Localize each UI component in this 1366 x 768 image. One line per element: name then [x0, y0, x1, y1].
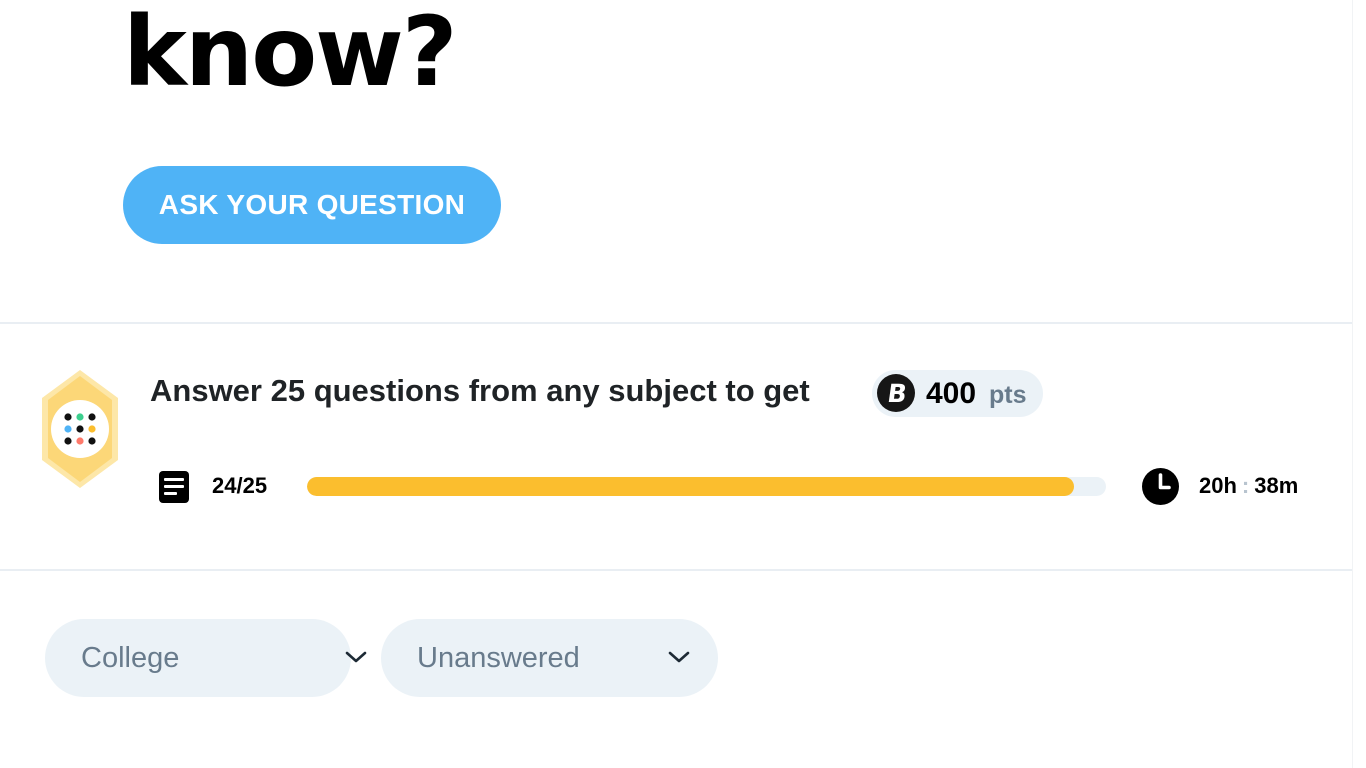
- subject-grid-badge-icon: [42, 370, 118, 488]
- status-filter-label: Unanswered: [417, 642, 580, 674]
- hero-title: What do you need to know?: [123, 0, 458, 108]
- section-divider: [0, 569, 1352, 571]
- coin-letter: B: [886, 379, 909, 408]
- section-divider: [0, 322, 1352, 324]
- chevron-down-icon: [345, 651, 367, 663]
- ask-question-button[interactable]: ASK YOUR QUESTION: [123, 166, 501, 244]
- book-document-icon: [159, 471, 189, 503]
- points-value: 400: [926, 377, 977, 410]
- coin-icon: B: [877, 374, 915, 412]
- timer-hours: 20h: [1199, 473, 1237, 498]
- countdown-timer: 20h:38m: [1199, 471, 1298, 501]
- progress-bar: [307, 477, 1106, 496]
- level-filter-dropdown[interactable]: College: [45, 619, 367, 697]
- points-badge: B 400 pts: [872, 370, 1043, 417]
- scrollbar[interactable]: [1352, 0, 1366, 768]
- progress-bar-fill: [307, 477, 1075, 496]
- status-filter-dropdown[interactable]: Unanswered: [381, 619, 718, 697]
- timer-separator: :: [1241, 473, 1250, 498]
- page: What do you need to know? ASK YOUR QUEST…: [0, 0, 1352, 768]
- clock-icon: [1142, 468, 1179, 505]
- challenge-description: Answer 25 questions from any subject to …: [150, 373, 810, 408]
- level-filter-label: College: [81, 642, 180, 674]
- points-unit: pts: [989, 381, 1027, 409]
- progress-count: 24/25: [212, 473, 268, 498]
- chevron-down-icon: [668, 651, 690, 663]
- timer-minutes: 38m: [1254, 473, 1299, 498]
